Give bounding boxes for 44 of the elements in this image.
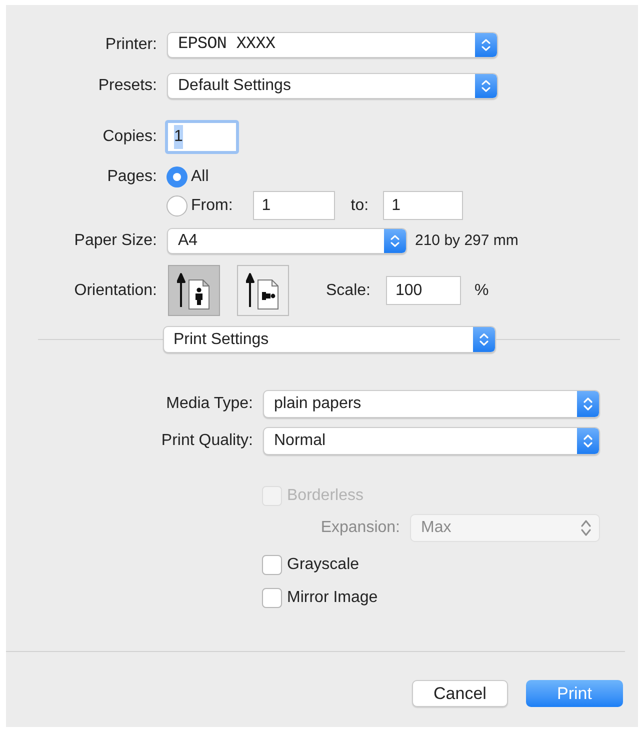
field-label: Media Type: — [165, 394, 253, 414]
cancel-button[interactable]: Cancel — [412, 680, 508, 707]
field-label: Orientation: — [73, 280, 157, 300]
field-label: % — [474, 280, 489, 300]
orientation-button[interactable] — [237, 265, 289, 316]
up-down-chevrons-icon — [577, 428, 599, 454]
field-label: to: — [350, 196, 369, 216]
up-down-chevrons-icon — [472, 327, 494, 352]
dropdown-select[interactable]: Normal — [263, 427, 600, 455]
field-label: Print Quality: — [160, 431, 253, 451]
paper-dimensions: 210 by 297 mm — [415, 230, 518, 251]
sideways-figure-page-icon — [246, 270, 280, 310]
radio-button[interactable] — [166, 166, 188, 188]
checkbox-label: Grayscale — [287, 555, 360, 575]
checkbox-label: Borderless — [287, 486, 364, 506]
up-down-chevrons-icon — [580, 518, 592, 538]
dropdown-select[interactable]: Default Settings — [167, 73, 498, 99]
up-down-chevrons-icon — [384, 229, 406, 253]
checkbox-label: Mirror Image — [287, 588, 378, 608]
field-label: Copies: — [102, 127, 157, 147]
upright-figure-page-icon — [177, 270, 211, 310]
dropdown-select[interactable]: plain papers — [263, 390, 600, 418]
radio-label: All — [191, 167, 209, 187]
up-down-chevrons-icon — [577, 391, 599, 417]
field-label: Presets: — [97, 76, 157, 96]
checkbox[interactable] — [262, 588, 282, 608]
orientation-button[interactable] — [168, 265, 220, 316]
field-label: Expansion: — [320, 518, 400, 538]
dropdown-select[interactable]: A4 — [167, 228, 407, 254]
dropdown-select[interactable]: EPSON XXXX — [167, 32, 498, 58]
text-field[interactable]: 1 — [252, 191, 335, 220]
field-label: Pages: — [106, 167, 157, 187]
copies-field[interactable]: 1 — [165, 120, 239, 154]
checkbox[interactable] — [262, 555, 282, 575]
up-down-chevrons-icon — [475, 33, 497, 57]
field-label: Paper Size: — [73, 231, 157, 251]
radio-button[interactable] — [166, 194, 188, 216]
text-field[interactable]: 1 — [382, 191, 463, 220]
dropdown-select[interactable]: Print Settings — [162, 326, 496, 353]
field-label: Scale: — [326, 280, 370, 300]
up-down-chevrons-icon — [475, 74, 497, 98]
field-label: Printer: — [104, 35, 157, 55]
radio-label: From: — [191, 196, 233, 216]
text-field[interactable]: 100 — [386, 276, 462, 305]
